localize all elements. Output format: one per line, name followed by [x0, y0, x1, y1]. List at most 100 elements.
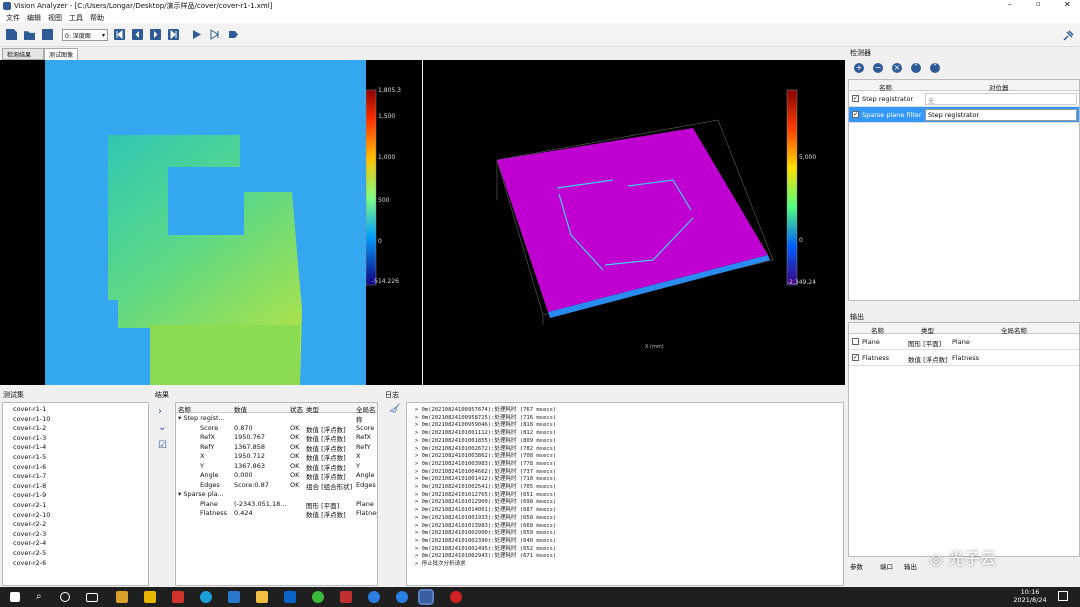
start-icon[interactable] — [10, 592, 20, 602]
last-icon[interactable] — [168, 29, 179, 40]
list-item[interactable]: cover-r2-1 — [13, 501, 46, 509]
table-row[interactable]: RefY 1367.858 OK 数值 [浮点数] RefY — [176, 443, 377, 453]
list-item[interactable]: cover-r1-9 — [13, 491, 46, 499]
table-row[interactable]: Y 1367.863 OK 数值 [浮点数] Y — [176, 462, 377, 472]
menu-file[interactable]: 文件 — [6, 13, 20, 23]
play-icon[interactable] — [191, 29, 202, 40]
outlook-icon[interactable] — [284, 591, 296, 603]
list-item[interactable]: cover-r2-2 — [13, 520, 46, 528]
notification-icon[interactable] — [1058, 591, 1068, 601]
list-item[interactable]: cover-r1-2 — [13, 424, 46, 432]
app-icon-5[interactable] — [368, 591, 380, 603]
minimize-icon[interactable]: – — [1008, 0, 1012, 9]
table-row[interactable]: Flatness 0.424 数值 [浮点数] Flatnes — [176, 509, 377, 519]
mail-icon[interactable] — [228, 591, 240, 603]
list-item[interactable]: cover-r1-1 — [13, 405, 46, 413]
record-icon[interactable] — [228, 29, 239, 40]
table-row[interactable]: ✓ Flatness 数值 [浮点数] Flatness — [849, 350, 1079, 366]
table-row[interactable]: Plane (-2343.051,18... 图形 [平面] Plane — [176, 500, 377, 510]
step-icon[interactable] — [209, 29, 220, 40]
clear-log-icon[interactable]: 🧹︎ — [389, 404, 400, 414]
remove-icon[interactable]: − — [873, 63, 883, 73]
app-icon-7[interactable] — [450, 591, 462, 603]
list-item[interactable]: cover-r1-5 — [13, 453, 46, 461]
table-row[interactable]: X 1950.712 OK 数值 [浮点数] X — [176, 452, 377, 462]
table-row[interactable]: ✓ Step registrator 无 — [849, 91, 1079, 107]
edge-icon[interactable] — [200, 591, 212, 603]
table-row[interactable]: Angle 0.000 OK 数值 [浮点数] Angle — [176, 471, 377, 481]
checkbox[interactable]: ✓ — [852, 354, 859, 361]
move-down-icon[interactable]: ˅ — [930, 63, 940, 73]
save-icon[interactable] — [42, 29, 53, 40]
cell-value: 0.424 — [234, 509, 253, 517]
app-icon-4[interactable] — [340, 591, 352, 603]
cell-name: Score — [200, 423, 219, 432]
app-icon-2[interactable] — [144, 591, 156, 603]
vision-analyzer-icon[interactable] — [418, 589, 434, 605]
tab-test-image[interactable]: 测试图像 — [44, 48, 78, 60]
result-group[interactable]: ▾ Step regist... — [178, 414, 225, 422]
add-icon[interactable]: + — [854, 63, 864, 73]
prev-icon[interactable] — [132, 29, 143, 40]
registrator-select[interactable]: 无 — [925, 93, 1077, 105]
list-item[interactable]: cover-r2-10 — [13, 511, 50, 519]
registrator-select[interactable]: Step registrator — [925, 109, 1077, 121]
table-row[interactable]: Edges Score:0.87 OK 组合 [组合形状] Edges — [176, 481, 377, 491]
tab-results[interactable]: 检测结果 — [2, 48, 44, 60]
table-row[interactable]: Score 0.870 OK 数值 [浮点数] Score — [176, 423, 377, 434]
testset-list[interactable]: cover-r1-1 cover-r1-10 cover-r1-2 cover-r1-… — [2, 402, 149, 586]
tab-outputs[interactable]: 输出 — [904, 561, 917, 571]
list-item[interactable]: cover-r2-4 — [13, 539, 46, 547]
list-item[interactable]: cover-r1-4 — [13, 443, 46, 451]
menu-tools[interactable]: 工具 — [69, 13, 83, 23]
table-row[interactable]: RefX 1950.767 OK 数值 [浮点数] RefX — [176, 433, 377, 443]
menu-edit[interactable]: 编辑 — [27, 13, 41, 23]
cortana-icon[interactable] — [60, 592, 70, 602]
new-file-icon[interactable] — [6, 29, 17, 40]
first-icon[interactable] — [114, 29, 125, 40]
3d-view[interactable]: 5,000 0 -2,349.24 X (mm) — [423, 60, 845, 385]
taskview-icon[interactable] — [86, 593, 98, 602]
clock[interactable]: 10:16 2021/8/24 — [1012, 588, 1048, 604]
app-icon-6[interactable] — [396, 591, 408, 603]
move-up-icon[interactable]: ˄ — [911, 63, 921, 73]
tab-params[interactable]: 参数 — [850, 561, 863, 571]
checkbox[interactable] — [852, 338, 859, 345]
depth-image-view[interactable]: 1,805.3 1,500 1,000 500 0 -514.226 — [0, 60, 422, 385]
explorer-icon[interactable] — [256, 591, 268, 603]
cell-status: OK — [290, 433, 300, 441]
next-icon[interactable] — [150, 29, 161, 40]
log-output[interactable]: > 0m(20210824100957674):处理耗时 (767 msecs)… — [406, 402, 844, 586]
list-item[interactable]: cover-r1-3 — [13, 434, 46, 442]
app-icon-1[interactable] — [116, 591, 128, 603]
pin-icon[interactable] — [1063, 30, 1074, 41]
menu-view[interactable]: 视图 — [48, 13, 62, 23]
maximize-icon[interactable]: ▫ — [1036, 0, 1041, 8]
detectors-title: 检测器 — [850, 49, 871, 57]
search-icon[interactable]: ⌕ — [36, 591, 48, 603]
table-row[interactable]: ✓ Sparse plane filter Step registrator — [849, 107, 1079, 123]
app-icon-3[interactable] — [172, 591, 184, 603]
check-icon[interactable]: ☑ — [158, 440, 167, 451]
list-item[interactable]: cover-r1-8 — [13, 482, 46, 490]
menu-help[interactable]: 帮助 — [90, 13, 104, 23]
wechat-app-icon[interactable] — [312, 591, 324, 603]
checkbox[interactable]: ✓ — [852, 95, 859, 102]
cell-type: 数值 [浮点数] — [306, 435, 346, 443]
list-item[interactable]: cover-r2-6 — [13, 559, 46, 567]
result-group[interactable]: ▾ Sparse pla... — [178, 490, 224, 498]
list-item[interactable]: cover-r2-3 — [13, 530, 46, 538]
open-folder-icon[interactable] — [24, 31, 35, 40]
list-item[interactable]: cover-r1-6 — [13, 463, 46, 471]
list-item[interactable]: cover-r1-10 — [13, 415, 50, 423]
collapse-icon[interactable]: ⌄ — [158, 422, 166, 433]
tab-ports[interactable]: 端口 — [880, 561, 893, 571]
close-icon[interactable]: ✕ — [1064, 0, 1071, 9]
table-row[interactable]: Plane 图形 [平面] Plane — [849, 334, 1079, 350]
delete-icon[interactable]: × — [892, 63, 902, 73]
list-item[interactable]: cover-r1-7 — [13, 472, 46, 480]
list-item[interactable]: cover-r2-5 — [13, 549, 46, 557]
view-select[interactable]: 0: 深度图 ▾ — [62, 29, 108, 41]
checkbox[interactable]: ✓ — [852, 111, 859, 118]
expand-icon[interactable]: › — [158, 406, 162, 417]
